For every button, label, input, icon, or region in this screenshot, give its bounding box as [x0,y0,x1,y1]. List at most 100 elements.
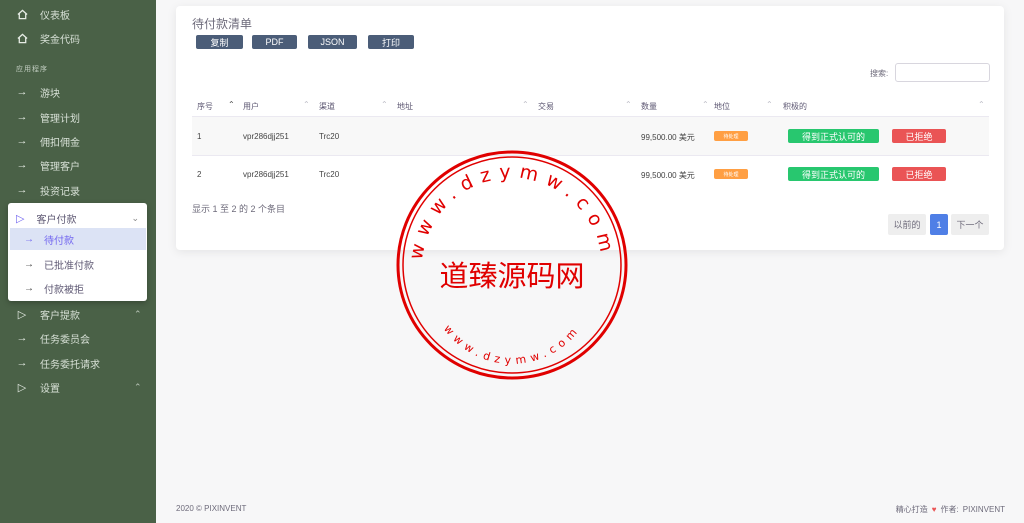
sidebar-item-customers[interactable]: → 管理客户 [16,155,81,175]
sidebar-item-label: 佣扣佣金 [40,137,80,149]
search-label: 搜索: [870,69,889,78]
sidebar-item-label: 仪表板 [40,10,70,22]
sidebar-section-label: 应用程序 [16,66,48,73]
sidebar-item-withdrawals[interactable]: ▷ 客户提款 ⌃ [16,304,142,324]
sidebar-item-games[interactable]: → 游块 [16,82,61,102]
search-input[interactable] [895,63,990,82]
status-badge: 待处理 [714,169,748,179]
sidebar-subitem-label: 已批准付款 [44,260,94,272]
sidebar-item-plans[interactable]: → 管理计划 [16,107,81,127]
cell-no: 2 [197,170,202,179]
json-button[interactable]: JSON [308,35,357,49]
triangle-right-icon: ▷ [16,212,25,225]
status-badge: 待处理 [714,131,748,141]
sidebar-item-label: 投资记录 [40,186,80,198]
arrow-right-icon: → [16,357,28,369]
sort-asc-icon[interactable]: ⌃ [228,100,235,109]
chevron-down-icon: ⌄ [131,212,139,223]
column-header-action[interactable]: 积极的 [783,101,807,112]
column-header-address[interactable]: 地址 [397,101,413,112]
home-icon [16,8,28,20]
sidebar-item-label: 奖金代码 [40,34,80,46]
footer-author-label: 作者: [940,505,959,514]
arrow-right-icon: → [16,111,28,123]
sidebar-subitem-pending-payments[interactable]: → 待付款 [10,228,146,250]
sort-icon[interactable]: ⌃ [625,100,632,109]
sidebar-item-label: 客户提款 [40,310,80,322]
sort-icon[interactable]: ⌃ [766,100,773,109]
cell-channel: Trc20 [319,170,340,179]
watermark-ring-bottom: www.dzymw.com [441,322,583,367]
sidebar-item-customer-payment[interactable]: ▷ 客户付款 ⌄ [8,207,147,229]
cell-channel: Trc20 [319,132,340,141]
column-header-transaction[interactable]: 交易 [538,101,554,112]
pagination-page-button[interactable]: 1 [930,214,948,235]
watermark-center-text: 道臻源码网 [439,259,584,293]
column-header-channel[interactable]: 渠道 [319,101,335,112]
sidebar-item-dashboard[interactable]: 仪表板 [16,4,70,24]
footer-credit: 精心打造 ♥ 作者: PIXINVENT [896,504,1005,515]
watermark-ring-top: www.dzymw.com [405,161,619,262]
sidebar-item-commission[interactable]: → 佣扣佣金 [16,131,81,151]
sort-icon[interactable]: ⌃ [381,100,388,109]
footer-copyright: 2020 © PIXINVENT [176,504,247,513]
sidebar-item-label: 客户付款 [36,214,77,226]
footer-author[interactable]: PIXINVENT [963,505,1005,514]
arrow-right-icon: → [16,184,28,196]
sidebar-item-task-requests[interactable]: → 任务委托请求 [16,353,101,373]
approve-button[interactable]: 得到正式认可的 [788,167,879,181]
arrow-right-icon: → [24,233,34,245]
card-title: 待付款清单 [192,17,253,31]
chevron-up-icon: ⌃ [134,308,142,319]
arrow-right-icon: → [16,159,28,171]
column-header-no[interactable]: 序号 [197,101,213,112]
cell-user: vpr286djj251 [243,132,289,141]
sort-icon[interactable]: ⌃ [303,100,310,109]
reject-button[interactable]: 已拒绝 [892,167,946,181]
pagination-next-button[interactable]: 下一个 [951,214,989,235]
sort-icon[interactable]: ⌃ [978,100,985,109]
sort-icon[interactable]: ⌃ [522,100,529,109]
home-icon [16,32,28,44]
arrow-right-icon: → [24,258,34,270]
heart-icon: ♥ [931,505,937,514]
reject-button[interactable]: 已拒绝 [892,129,946,143]
arrow-right-icon: → [16,86,28,98]
copy-button[interactable]: 复制 [196,35,243,49]
sidebar-item-label: 设置 [40,383,60,395]
pdf-button[interactable]: PDF [252,35,297,49]
cell-no: 1 [197,132,202,141]
sidebar-item-label: 管理客户 [40,161,80,173]
sidebar-subitem-label: 付款被拒 [44,284,84,296]
cell-amount: 99,500.00 美元 [641,171,695,180]
cell-user: vpr286djj251 [243,170,289,179]
sidebar-subitem-label: 待付款 [44,235,74,247]
chevron-up-icon: ⌃ [134,381,142,392]
triangle-right-icon: ▷ [17,381,27,394]
sort-icon[interactable]: ⌃ [702,100,709,109]
column-header-amount[interactable]: 数量 [641,101,657,112]
sidebar-item-bonus-code[interactable]: 奖金代码 [16,28,80,48]
pagination-prev-button[interactable]: 以前的 [888,214,926,235]
arrow-right-icon: → [16,332,28,344]
sidebar-item-label: 管理计划 [40,113,80,125]
arrow-right-icon: → [24,282,34,294]
sidebar-item-investments[interactable]: → 投资记录 [16,180,81,200]
footer-credit-prefix: 精心打造 [895,505,928,514]
sidebar-item-task-committee[interactable]: → 任务委员会 [16,328,91,348]
cell-amount: 99,500.00 美元 [641,133,695,142]
sidebar-subitem-rejected-payments[interactable]: → 付款被拒 [10,277,146,299]
print-button[interactable]: 打印 [368,35,414,49]
arrow-right-icon: → [16,135,28,147]
sidebar-subitem-approved-payments[interactable]: → 已批准付款 [10,253,146,275]
table-info: 显示 1 至 2 的 2 个条目 [192,204,286,214]
approve-button[interactable]: 得到正式认可的 [788,129,879,143]
column-header-user[interactable]: 用户 [243,101,259,112]
sidebar-item-settings[interactable]: ▷ 设置 ⌃ [16,377,142,397]
customer-payment-menu: ▷ 客户付款 ⌄ → 待付款 → 已批准付款 → 付款被拒 [8,203,147,301]
column-header-status[interactable]: 地位 [714,101,730,112]
watermark-stamp: www.dzymw.com 道臻源码网 www.dzymw.com [396,150,628,380]
sidebar-item-label: 游块 [40,88,60,100]
sidebar-item-label: 任务委托请求 [40,359,100,371]
sidebar-item-label: 任务委员会 [40,334,90,346]
